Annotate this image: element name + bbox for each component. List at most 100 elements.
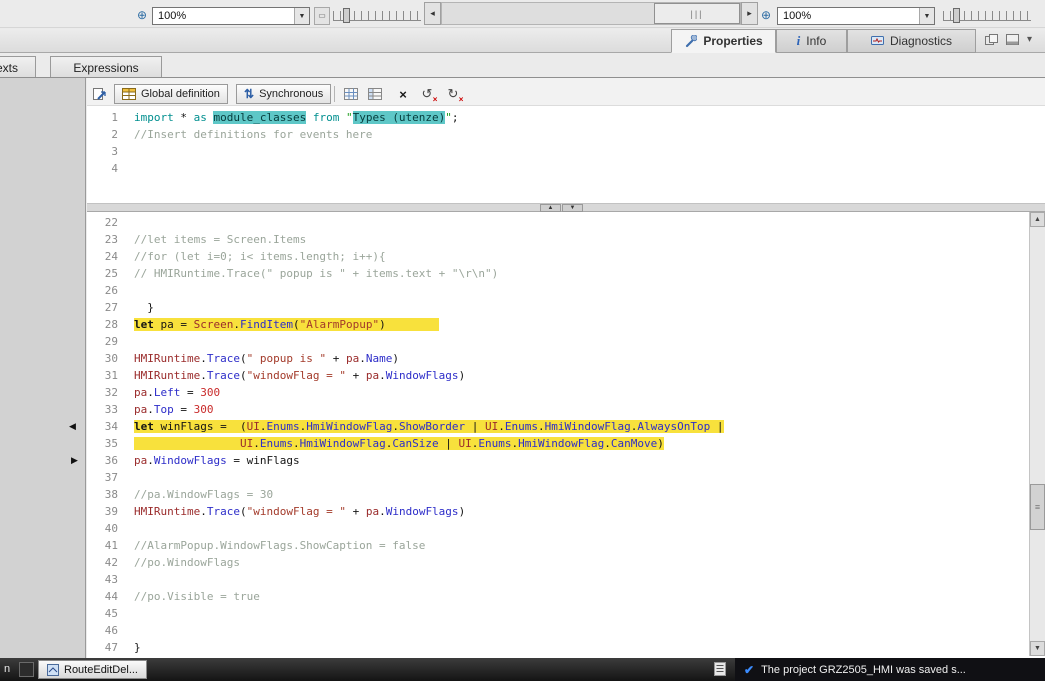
code-line[interactable]: 34let winFlags = (UI.Enums.HmiWindowFlag… bbox=[87, 416, 1027, 433]
discard-changes-button[interactable]: ↺ × bbox=[416, 84, 438, 104]
float-window-icon[interactable] bbox=[985, 34, 998, 45]
global-definition-icon bbox=[122, 88, 136, 100]
editor-status-icon[interactable] bbox=[712, 661, 728, 681]
document-icon bbox=[712, 661, 728, 677]
taskbar-item-icon[interactable] bbox=[19, 662, 34, 677]
scrollbar-thumb[interactable]: ||| bbox=[654, 3, 740, 24]
taskbar-item-routeeditdel[interactable]: RouteEditDel... bbox=[38, 660, 147, 679]
code-line[interactable]: 27 } bbox=[87, 297, 1027, 314]
vertical-scrollbar[interactable]: ▲ ≡ ▼ bbox=[1029, 212, 1045, 656]
code-text[interactable]: UI.Enums.HmiWindowFlag.CanSize | UI.Enum… bbox=[134, 437, 664, 450]
code-line[interactable]: 37 bbox=[87, 467, 1027, 484]
editor-splitter[interactable]: ▲ ▼ bbox=[87, 203, 1045, 212]
tab-properties[interactable]: Properties bbox=[671, 29, 776, 53]
code-text[interactable]: import * as module_classes from "Types (… bbox=[134, 111, 459, 124]
slider-thumb[interactable] bbox=[343, 8, 350, 23]
scroll-left-button[interactable]: ◂ bbox=[424, 2, 441, 25]
revert-button[interactable]: ↻ × bbox=[442, 84, 464, 104]
code-text[interactable]: } bbox=[134, 641, 141, 654]
inspector-tab-bar: Properties i Info Diagnostics ▾ bbox=[0, 29, 1045, 53]
scroll-right-button[interactable]: ▸ bbox=[741, 2, 758, 25]
code-line[interactable]: 36pa.WindowFlags = winFlags bbox=[87, 450, 1027, 467]
code-line[interactable]: 47} bbox=[87, 637, 1027, 654]
synchronous-button[interactable]: ⇅ Synchronous bbox=[236, 84, 331, 104]
scroll-up-button[interactable]: ▲ bbox=[1030, 212, 1045, 227]
code-text[interactable]: pa.Top = 300 bbox=[134, 403, 214, 416]
code-text[interactable]: //AlarmPopup.WindowFlags.ShowCaption = f… bbox=[134, 539, 425, 552]
splitter-down-button[interactable]: ▼ bbox=[562, 204, 583, 212]
code-line[interactable]: 22 bbox=[87, 212, 1027, 229]
code-text[interactable]: } bbox=[134, 301, 154, 314]
scrollbar-thumb[interactable]: ≡ bbox=[1030, 484, 1045, 530]
splitter-up-button[interactable]: ▲ bbox=[540, 204, 561, 212]
code-line[interactable]: 46 bbox=[87, 620, 1027, 637]
code-line[interactable]: 26 bbox=[87, 280, 1027, 297]
code-line[interactable]: 41//AlarmPopup.WindowFlags.ShowCaption =… bbox=[87, 535, 1027, 552]
zoom-select-left[interactable]: 100% ▼ bbox=[152, 7, 310, 25]
synchronous-icon: ⇅ bbox=[244, 87, 254, 101]
code-line[interactable]: 28let pa = Screen.FindItem("AlarmPopup") bbox=[87, 314, 1027, 331]
code-text[interactable]: HMIRuntime.Trace(" popup is " + pa.Name) bbox=[134, 352, 399, 365]
code-line[interactable]: 23//let items = Screen.Items bbox=[87, 229, 1027, 246]
code-text[interactable]: HMIRuntime.Trace("windowFlag = " + pa.Wi… bbox=[134, 369, 465, 382]
zoom-fit-button[interactable]: ▭ bbox=[314, 7, 330, 25]
code-line[interactable]: 38//pa.WindowFlags = 30 bbox=[87, 484, 1027, 501]
panel-menu-arrow-icon[interactable]: ▾ bbox=[1027, 34, 1032, 45]
open-script-button[interactable] bbox=[88, 84, 110, 104]
horizontal-scrollbar[interactable]: ||| bbox=[441, 2, 741, 25]
code-line[interactable]: 40 bbox=[87, 518, 1027, 535]
code-line[interactable]: 42//po.WindowFlags bbox=[87, 552, 1027, 569]
zoom-slider-left[interactable] bbox=[333, 2, 421, 25]
code-text[interactable]: // HMIRuntime.Trace(" popup is " + items… bbox=[134, 267, 498, 280]
dropdown-arrow-icon[interactable]: ▼ bbox=[919, 8, 934, 24]
code-line[interactable]: 35 UI.Enums.HmiWindowFlag.CanSize | UI.E… bbox=[87, 433, 1027, 450]
code-text[interactable]: HMIRuntime.Trace("windowFlag = " + pa.Wi… bbox=[134, 505, 465, 518]
collapse-panel-icon[interactable] bbox=[1006, 34, 1019, 45]
error-badge-icon: × bbox=[433, 95, 438, 104]
zoom-slider-right[interactable] bbox=[943, 2, 1031, 25]
code-text[interactable]: //pa.WindowFlags = 30 bbox=[134, 488, 273, 501]
code-line[interactable]: 2//Insert definitions for events here bbox=[87, 124, 1027, 141]
code-line[interactable]: 32pa.Left = 300 bbox=[87, 382, 1027, 399]
zoom-icon-right: ⊕ bbox=[761, 8, 771, 22]
code-editor-top[interactable]: 1import * as module_classes from "Types … bbox=[87, 107, 1027, 203]
code-text[interactable]: //po.Visible = true bbox=[134, 590, 260, 603]
tab-expressions[interactable]: Expressions bbox=[50, 56, 162, 78]
scroll-down-button[interactable]: ▼ bbox=[1030, 641, 1045, 656]
code-line[interactable]: 1import * as module_classes from "Types … bbox=[87, 107, 1027, 124]
code-line[interactable]: 44//po.Visible = true bbox=[87, 586, 1027, 603]
code-line[interactable]: 45 bbox=[87, 603, 1027, 620]
code-line[interactable]: 31HMIRuntime.Trace("windowFlag = " + pa.… bbox=[87, 365, 1027, 382]
tab-info[interactable]: i Info bbox=[776, 29, 847, 53]
expand-right-icon[interactable]: ▶ bbox=[71, 455, 78, 466]
insert-snippet-button[interactable] bbox=[340, 84, 362, 104]
collapse-left-icon[interactable]: ◀ bbox=[69, 421, 76, 432]
tab-texts[interactable]: Texts bbox=[0, 56, 36, 78]
code-line[interactable]: 30HMIRuntime.Trace(" popup is " + pa.Nam… bbox=[87, 348, 1027, 365]
code-line[interactable]: 3 bbox=[87, 141, 1027, 158]
code-text[interactable]: let pa = Screen.FindItem("AlarmPopup") bbox=[134, 318, 439, 331]
code-text[interactable]: pa.WindowFlags = winFlags bbox=[134, 454, 300, 467]
status-notification[interactable]: ✔ The project GRZ2505_HMI was saved s... bbox=[735, 658, 1045, 681]
code-editor-bottom[interactable]: 2223//let items = Screen.Items24//for (l… bbox=[87, 212, 1027, 656]
code-line[interactable]: 29 bbox=[87, 331, 1027, 348]
zoom-select-right[interactable]: 100% ▼ bbox=[777, 7, 935, 25]
code-line[interactable]: 25// HMIRuntime.Trace(" popup is " + ite… bbox=[87, 263, 1027, 280]
code-line[interactable]: 39HMIRuntime.Trace("windowFlag = " + pa.… bbox=[87, 501, 1027, 518]
slider-thumb[interactable] bbox=[953, 8, 960, 23]
code-text[interactable]: //Insert definitions for events here bbox=[134, 128, 372, 141]
code-line[interactable]: 33pa.Top = 300 bbox=[87, 399, 1027, 416]
global-definition-button[interactable]: Global definition bbox=[114, 84, 228, 104]
code-text[interactable]: let winFlags = (UI.Enums.HmiWindowFlag.S… bbox=[134, 420, 724, 433]
code-text[interactable]: //let items = Screen.Items bbox=[134, 233, 306, 246]
delete-button[interactable]: × bbox=[392, 84, 414, 104]
insert-table-button[interactable] bbox=[364, 84, 386, 104]
code-text[interactable]: pa.Left = 300 bbox=[134, 386, 220, 399]
code-line[interactable]: 24//for (let i=0; i< items.length; i++){ bbox=[87, 246, 1027, 263]
code-line[interactable]: 43 bbox=[87, 569, 1027, 586]
tab-diagnostics[interactable]: Diagnostics bbox=[847, 29, 976, 53]
code-text[interactable]: //for (let i=0; i< items.length; i++){ bbox=[134, 250, 386, 263]
code-line[interactable]: 4 bbox=[87, 158, 1027, 175]
code-text[interactable]: //po.WindowFlags bbox=[134, 556, 240, 569]
dropdown-arrow-icon[interactable]: ▼ bbox=[294, 8, 309, 24]
